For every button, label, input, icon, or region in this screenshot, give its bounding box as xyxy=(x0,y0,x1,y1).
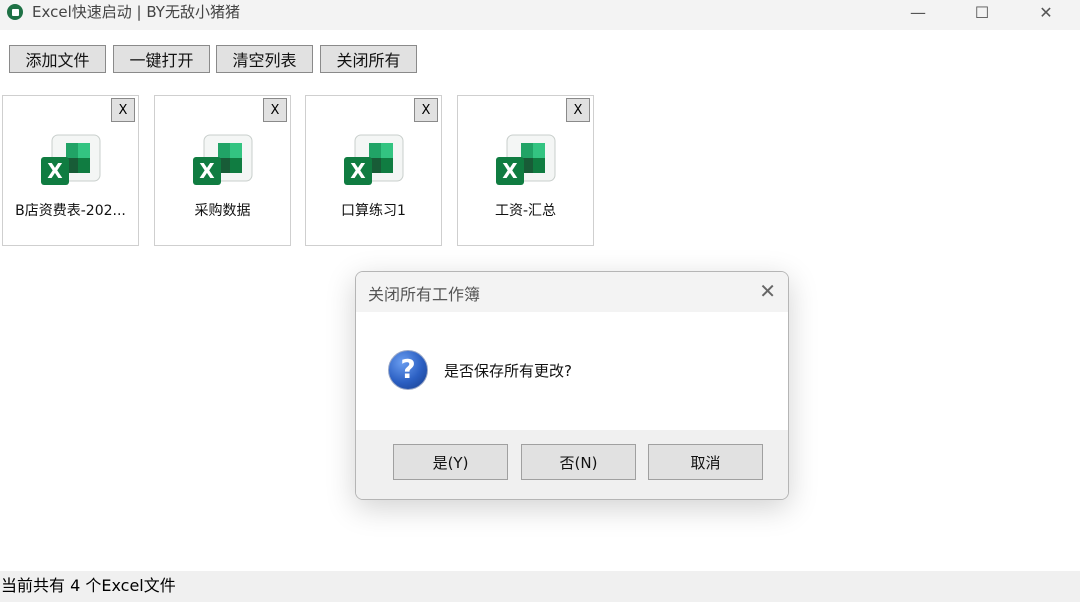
excel-file-icon: X xyxy=(344,134,404,185)
file-name: 口算练习1 xyxy=(341,203,406,219)
minimize-button[interactable]: — xyxy=(888,0,948,24)
maximize-icon: ☐ xyxy=(974,2,990,22)
file-card[interactable]: X X 工资-汇总 xyxy=(457,95,594,246)
dialog-close-button[interactable]: ✕ xyxy=(759,279,776,303)
yes-button[interactable]: 是(Y) xyxy=(393,444,508,480)
remove-file-button[interactable]: X xyxy=(111,98,135,122)
remove-file-button[interactable]: X xyxy=(414,98,438,122)
dialog-title: 关闭所有工作簿 xyxy=(368,285,481,304)
question-icon: ? xyxy=(388,350,428,390)
title-bar: Excel快速启动 | BY无敌小猪猪 — ☐ ✕ xyxy=(0,0,1080,30)
close-window-button[interactable]: ✕ xyxy=(1016,0,1076,24)
file-card[interactable]: X X 口算练习1 xyxy=(305,95,442,246)
svg-text:X: X xyxy=(199,159,215,183)
close-all-button[interactable]: 关闭所有 xyxy=(320,45,417,73)
status-bar: 当前共有 4 个Excel文件 xyxy=(0,571,1080,602)
add-file-button[interactable]: 添加文件 xyxy=(9,45,106,73)
window-title: Excel快速启动 | BY无敌小猪猪 xyxy=(32,3,240,21)
minimize-icon: — xyxy=(910,2,926,22)
clear-list-button[interactable]: 清空列表 xyxy=(216,45,313,73)
close-all-dialog: 关闭所有工作簿 ✕ ? 是否保存所有更改? 是(Y) 否(N) 取消 xyxy=(355,271,789,500)
svg-text:X: X xyxy=(47,159,63,183)
cancel-button[interactable]: 取消 xyxy=(648,444,763,480)
excel-file-icon: X xyxy=(41,134,101,185)
svg-text:X: X xyxy=(502,159,518,183)
file-name: B店资费表-202... xyxy=(15,203,126,219)
excel-file-icon: X xyxy=(496,134,556,185)
no-button[interactable]: 否(N) xyxy=(521,444,636,480)
dialog-button-bar: 是(Y) 否(N) 取消 xyxy=(356,430,788,499)
dialog-title-bar: 关闭所有工作簿 ✕ xyxy=(356,272,788,312)
file-card[interactable]: X X 采购数据 xyxy=(154,95,291,246)
file-card[interactable]: X X B店资费表-202... xyxy=(2,95,139,246)
excel-file-icon: X xyxy=(193,134,253,185)
maximize-button[interactable]: ☐ xyxy=(952,0,1012,24)
excel-app-icon xyxy=(7,4,23,20)
file-name: 工资-汇总 xyxy=(494,203,557,219)
remove-file-button[interactable]: X xyxy=(566,98,590,122)
close-icon: ✕ xyxy=(1039,2,1053,22)
remove-file-button[interactable]: X xyxy=(263,98,287,122)
file-name: 采购数据 xyxy=(194,203,251,219)
svg-text:X: X xyxy=(350,159,366,183)
dialog-message: 是否保存所有更改? xyxy=(444,362,572,380)
open-all-button[interactable]: 一键打开 xyxy=(113,45,210,73)
